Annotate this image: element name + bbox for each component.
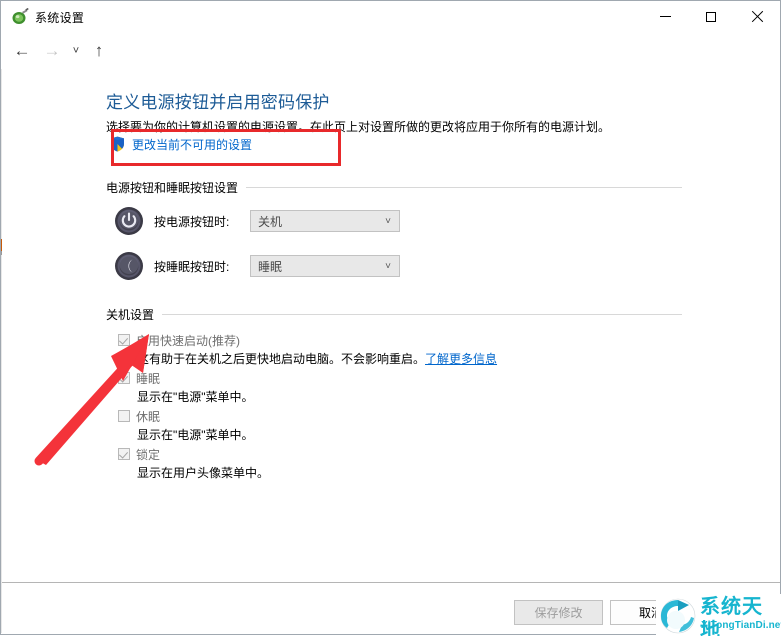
watermark: 系统天地 XiTongTianDi.net [656, 594, 781, 636]
maximize-icon [706, 11, 716, 22]
sleep-button-row: 按睡眠按钮时: [114, 251, 229, 281]
checkbox-icon[interactable] [118, 410, 130, 422]
recycle-arrows-icon [658, 596, 698, 634]
checkbox-label: 休眠 [136, 410, 161, 424]
chevron-down-icon: ˅ [385, 260, 391, 272]
window-title: 系统设置 [35, 11, 85, 25]
minimize-button[interactable] [642, 1, 688, 32]
page-title: 定义电源按钮并启用密码保护 [106, 93, 330, 112]
checkbox-lock[interactable]: 锁定 [118, 446, 160, 462]
section-heading-shutdown: 关机设置 [106, 306, 682, 322]
maximize-button[interactable] [688, 1, 734, 32]
close-icon [751, 11, 763, 23]
checkbox-description-sleep: 显示在"电源"菜单中。 [137, 390, 254, 404]
sleep-button-label: 按睡眠按钮时: [154, 259, 230, 274]
section-title: 电源按钮和睡眠按钮设置 [106, 180, 239, 195]
up-arrow-icon: ↑ [94, 41, 104, 60]
power-plug-icon [11, 7, 29, 26]
power-button-action-value: 关机 [258, 214, 283, 229]
forward-button[interactable]: → [39, 37, 65, 65]
up-button[interactable]: ↑ [87, 37, 111, 65]
footer-divider [2, 582, 780, 583]
title-bar: 系统设置 [1, 1, 780, 33]
power-button-row: 按电源按钮时: [114, 206, 229, 236]
chevron-down-icon: ˅ [72, 45, 80, 57]
checkbox-icon[interactable] [118, 448, 130, 460]
sleep-button-action-value: 睡眠 [258, 259, 283, 274]
change-unavailable-settings-link[interactable]: 更改当前不可用的设置 [110, 135, 252, 153]
close-button[interactable] [734, 1, 780, 32]
save-button[interactable]: 保存修改 [514, 600, 603, 625]
power-button-icon [114, 206, 144, 236]
section-divider [162, 313, 682, 315]
checkbox-fast-startup[interactable]: 启用快速启动(推荐) [118, 332, 240, 348]
forward-arrow-icon: → [43, 41, 61, 60]
power-button-label: 按电源按钮时: [154, 214, 230, 229]
checkbox-icon[interactable] [118, 372, 130, 384]
power-button-action-dropdown[interactable]: 关机 ˅ [250, 210, 400, 232]
uac-shield-icon [110, 136, 125, 152]
section-title: 关机设置 [106, 307, 155, 322]
recent-locations-button[interactable]: ˅ [67, 37, 85, 65]
learn-more-link[interactable]: 了解更多信息 [425, 352, 497, 366]
checkbox-sleep[interactable]: 睡眠 [118, 370, 160, 386]
checkbox-description-hibernate: 显示在"电源"菜单中。 [137, 428, 254, 442]
checkbox-label: 启用快速启动(推荐) [136, 334, 240, 348]
checkbox-label: 锁定 [136, 448, 161, 462]
main-content: 定义电源按钮并启用密码保护 选择要为你的计算机设置的电源设置。在此页上对设置所做… [2, 69, 780, 582]
chevron-down-icon: ˅ [385, 215, 391, 227]
minimize-icon [659, 16, 671, 17]
description-text: 这有助于在关机之后更快地启动电脑。不会影响重启。 [137, 352, 426, 366]
page-subtitle: 选择要为你的计算机设置的电源设置。在此页上对设置所做的更改将应用于你所有的电源计… [106, 120, 611, 134]
checkbox-label: 睡眠 [136, 372, 161, 386]
sleep-button-action-dropdown[interactable]: 睡眠 ˅ [250, 255, 400, 277]
navigation-bar: ← → ˅ ↑ › 控制面板 › 硬件和声音 › 电源选项 [1, 33, 780, 93]
checkbox-description-lock: 显示在用户头像菜单中。 [137, 466, 270, 480]
checkbox-description-fast-startup: 这有助于在关机之后更快地启动电脑。不会影响重启。了解更多信息 [137, 350, 497, 367]
control-panel-window: 系统设置 ← → ˅ ↑ 搜索控制面板 定义电源按钮并启用密码保护 选择要为你的… [0, 0, 781, 636]
back-button[interactable]: ← [9, 37, 35, 65]
sleep-button-icon [114, 251, 144, 281]
watermark-subtitle: XiTongTianDi.net [701, 620, 781, 631]
change-unavailable-settings-label[interactable]: 更改当前不可用的设置 [132, 136, 252, 153]
back-arrow-icon: ← [13, 41, 31, 60]
section-heading-power-buttons: 电源按钮和睡眠按钮设置 [106, 179, 682, 195]
checkbox-hibernate[interactable]: 休眠 [118, 408, 160, 424]
checkbox-icon[interactable] [118, 334, 130, 346]
section-divider [246, 186, 682, 188]
